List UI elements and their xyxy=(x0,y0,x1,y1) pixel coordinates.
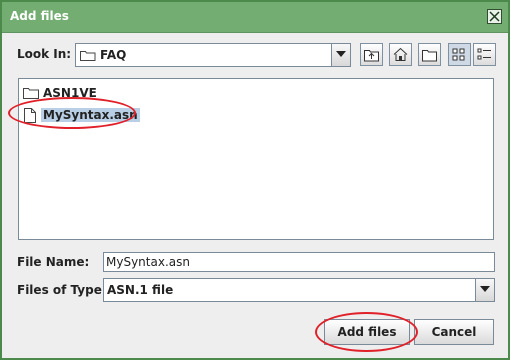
file-name-value: MySyntax.asn xyxy=(106,255,190,269)
file-name-text: MySyntax.asn xyxy=(41,108,140,122)
list-view-button[interactable] xyxy=(448,43,471,66)
file-name-field[interactable]: MySyntax.asn xyxy=(103,252,495,272)
new-folder-icon xyxy=(422,50,437,62)
home-icon xyxy=(393,47,408,61)
folder-icon xyxy=(80,51,96,61)
details-view-button[interactable] xyxy=(473,43,496,66)
close-icon xyxy=(489,11,500,22)
up-folder-button[interactable] xyxy=(360,43,383,66)
folder-icon xyxy=(23,88,39,99)
look-in-label: Look In: xyxy=(17,47,72,61)
title-bar: Add files xyxy=(2,2,508,33)
new-folder-button[interactable] xyxy=(418,43,441,66)
file-list[interactable]: ASN1VE MySyntax.asn xyxy=(18,78,494,240)
up-folder-icon xyxy=(364,50,379,62)
file-name-label: File Name: xyxy=(17,255,90,269)
cancel-button[interactable]: Cancel xyxy=(414,319,494,345)
look-in-combo[interactable]: FAQ xyxy=(75,43,351,67)
files-of-type-value: ASN.1 file xyxy=(107,283,174,297)
files-of-type-combo[interactable]: ASN.1 file xyxy=(103,278,495,302)
dialog-title: Add files xyxy=(10,9,69,23)
chevron-down-icon xyxy=(336,51,346,57)
files-of-type-dropdown-button[interactable] xyxy=(475,279,494,301)
list-item-folder[interactable]: ASN1VE xyxy=(23,85,223,103)
file-name-text: ASN1VE xyxy=(43,86,97,100)
file-icon xyxy=(24,108,36,123)
list-item-file[interactable]: MySyntax.asn xyxy=(23,107,223,125)
files-of-type-label: Files of Type: xyxy=(17,283,107,297)
home-button[interactable] xyxy=(389,43,412,66)
details-view-icon xyxy=(477,48,491,60)
look-in-dropdown-button[interactable] xyxy=(331,44,350,66)
add-files-button[interactable]: Add files xyxy=(324,319,410,345)
add-files-dialog: Add files Look In: FAQ ASN1VE MySyntax.a… xyxy=(0,0,510,360)
list-view-icon xyxy=(452,48,465,61)
chevron-down-icon xyxy=(480,286,490,292)
close-button[interactable] xyxy=(487,9,502,24)
look-in-value: FAQ xyxy=(100,48,127,62)
